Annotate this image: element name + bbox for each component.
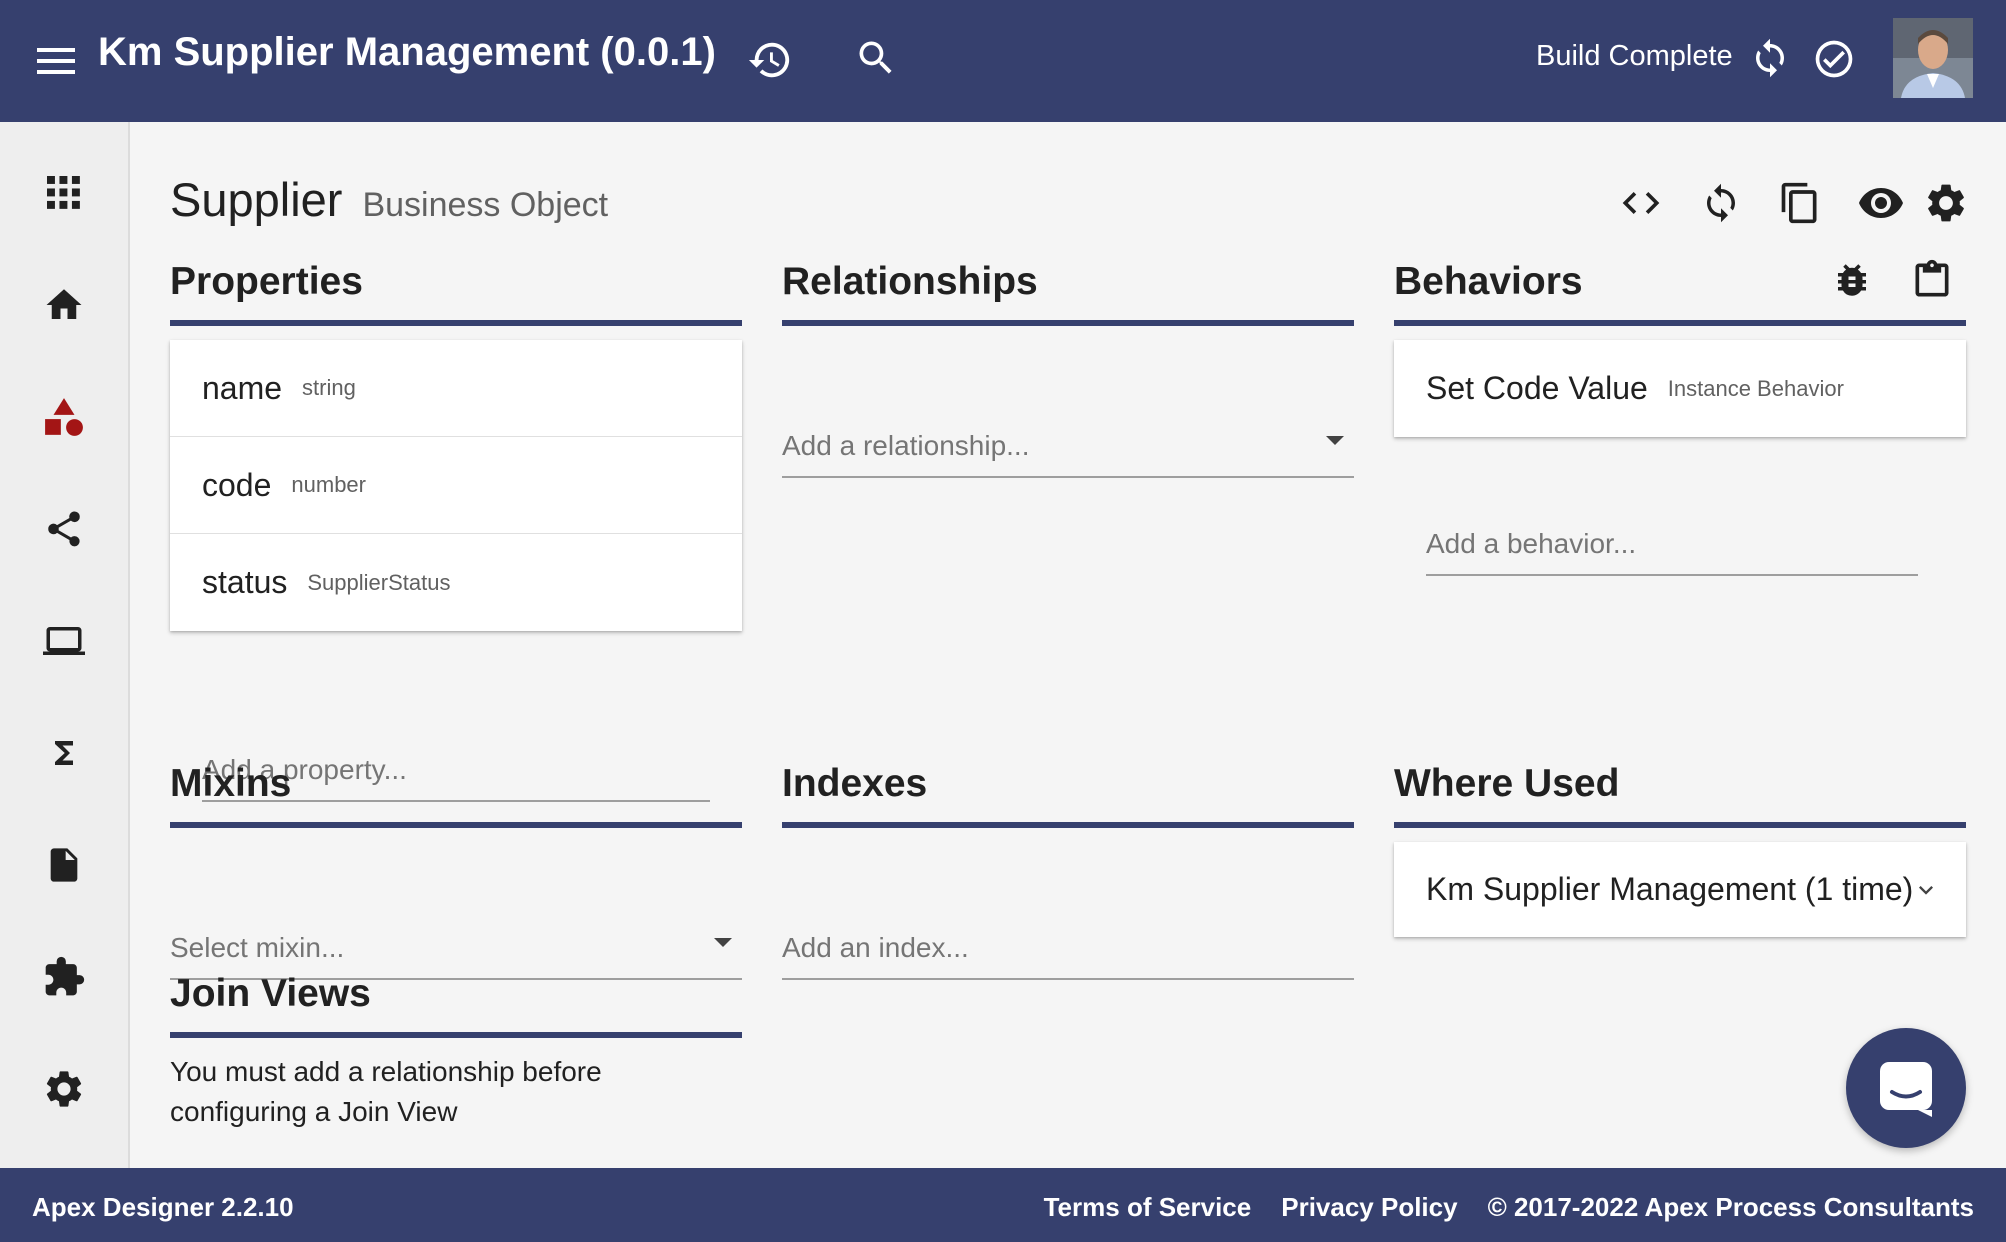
chat-icon xyxy=(1880,1062,1932,1117)
refresh-icon[interactable] xyxy=(1691,173,1751,233)
section-divider xyxy=(1394,320,1966,326)
behavior-type: Instance Behavior xyxy=(1667,375,1844,401)
behavior-row[interactable]: Set Code Value Instance Behavior xyxy=(1394,340,1966,437)
clipboard-icon[interactable] xyxy=(1904,252,1960,308)
section-divider xyxy=(782,320,1354,326)
laptop-icon[interactable] xyxy=(33,610,95,672)
share-icon[interactable] xyxy=(33,498,95,560)
where-used-label: Km Supplier Management (1 time) xyxy=(1426,871,1914,907)
property-row[interactable]: name string xyxy=(170,340,742,437)
page-title: Supplier xyxy=(170,173,343,226)
page-header: Supplier Business Object xyxy=(170,172,608,227)
shapes-icon[interactable] xyxy=(33,386,95,448)
dropdown-arrow-icon xyxy=(1326,436,1344,445)
side-navigation xyxy=(0,122,130,1168)
history-icon[interactable] xyxy=(742,32,798,88)
section-divider xyxy=(170,320,742,326)
indexes-section: Indexes xyxy=(782,760,1354,828)
terms-of-service-link[interactable]: Terms of Service xyxy=(1044,1192,1252,1222)
behaviors-list: Set Code Value Instance Behavior xyxy=(1394,340,1966,437)
properties-section: Properties name string code number statu… xyxy=(170,258,742,631)
add-relationship-placeholder: Add a relationship... xyxy=(782,430,1030,461)
property-name: code xyxy=(202,466,272,503)
app-version: Apex Designer 2.2.10 xyxy=(32,1192,294,1222)
chat-button[interactable] xyxy=(1846,1028,1966,1148)
mixins-section: Mixins xyxy=(170,760,742,828)
add-behavior-input[interactable]: Add a behavior... xyxy=(1426,514,1918,576)
gear-icon[interactable] xyxy=(1916,173,1976,233)
join-views-message: You must add a relationship before confi… xyxy=(170,1056,602,1127)
footer-links: Terms of Service Privacy Policy © 2017-2… xyxy=(1014,1192,1974,1223)
section-title-relationships: Relationships xyxy=(782,260,1038,303)
user-avatar[interactable] xyxy=(1893,18,1973,98)
where-used-expander[interactable]: Km Supplier Management (1 time) xyxy=(1394,842,1966,937)
section-title-where-used: Where Used xyxy=(1394,762,1620,805)
property-row[interactable]: code number xyxy=(170,437,742,534)
section-divider xyxy=(170,1032,742,1038)
page-subtitle: Business Object xyxy=(362,186,609,224)
sigma-icon[interactable] xyxy=(33,722,95,784)
section-title-join-views: Join Views xyxy=(170,972,371,1015)
bug-icon[interactable] xyxy=(1824,252,1880,308)
top-app-bar: Km Supplier Management (0.0.1) Build Com… xyxy=(0,0,2006,122)
mixin-select-placeholder: Select mixin... xyxy=(170,932,345,963)
copyright-text: © 2017-2022 Apex Process Consultants xyxy=(1487,1192,1974,1222)
app-root: Km Supplier Management (0.0.1) Build Com… xyxy=(0,0,2006,1242)
behaviors-section: Behaviors Set Code Value Instance Behavi… xyxy=(1394,258,1966,437)
section-title-mixins: Mixins xyxy=(170,762,292,805)
menu-icon[interactable] xyxy=(32,37,80,85)
join-views-section: Join Views xyxy=(170,970,742,1038)
eye-icon[interactable] xyxy=(1851,173,1911,233)
section-divider xyxy=(1394,822,1966,828)
add-relationship-select[interactable]: Add a relationship... xyxy=(782,416,1354,478)
main-content: Supplier Business Object Properties name… xyxy=(130,122,2006,1168)
property-type: string xyxy=(302,375,356,400)
section-title-indexes: Indexes xyxy=(782,762,928,805)
dropdown-arrow-icon xyxy=(714,938,732,947)
sync-icon[interactable] xyxy=(1742,30,1798,86)
relationships-section: Relationships xyxy=(782,258,1354,326)
section-title-properties: Properties xyxy=(170,260,363,303)
apps-grid-icon[interactable] xyxy=(33,162,95,224)
privacy-policy-link[interactable]: Privacy Policy xyxy=(1281,1192,1457,1222)
code-icon[interactable] xyxy=(1611,173,1671,233)
add-behavior-placeholder: Add a behavior... xyxy=(1426,528,1637,559)
home-icon[interactable] xyxy=(33,274,95,336)
where-used-section: Where Used Km Supplier Management (1 tim… xyxy=(1394,760,1966,937)
property-type: number xyxy=(291,472,366,497)
behavior-name: Set Code Value xyxy=(1426,370,1648,406)
chevron-down-icon xyxy=(1912,876,1940,909)
section-divider xyxy=(170,822,742,828)
settings-icon[interactable] xyxy=(33,1058,95,1120)
section-title-behaviors: Behaviors xyxy=(1394,260,1583,303)
property-row[interactable]: status SupplierStatus xyxy=(170,534,742,631)
app-title[interactable]: Km Supplier Management (0.0.1) xyxy=(98,30,716,75)
section-divider xyxy=(782,822,1354,828)
add-index-input[interactable]: Add an index... xyxy=(782,918,1354,980)
property-name: status xyxy=(202,564,288,600)
check-circle-icon[interactable] xyxy=(1806,31,1862,87)
property-type: SupplierStatus xyxy=(307,569,451,595)
footer: Apex Designer 2.2.10 Terms of Service Pr… xyxy=(0,1168,2006,1242)
properties-list: name string code number status SupplierS… xyxy=(170,340,742,631)
property-name: name xyxy=(202,369,283,406)
build-status-text: Build Complete xyxy=(1536,40,1733,72)
where-used-panel: Km Supplier Management (1 time) xyxy=(1394,842,1966,937)
search-icon[interactable] xyxy=(848,30,904,86)
puzzle-icon[interactable] xyxy=(33,946,95,1008)
document-icon[interactable] xyxy=(33,834,95,896)
add-index-placeholder: Add an index... xyxy=(782,932,969,963)
copy-icon[interactable] xyxy=(1770,173,1830,233)
